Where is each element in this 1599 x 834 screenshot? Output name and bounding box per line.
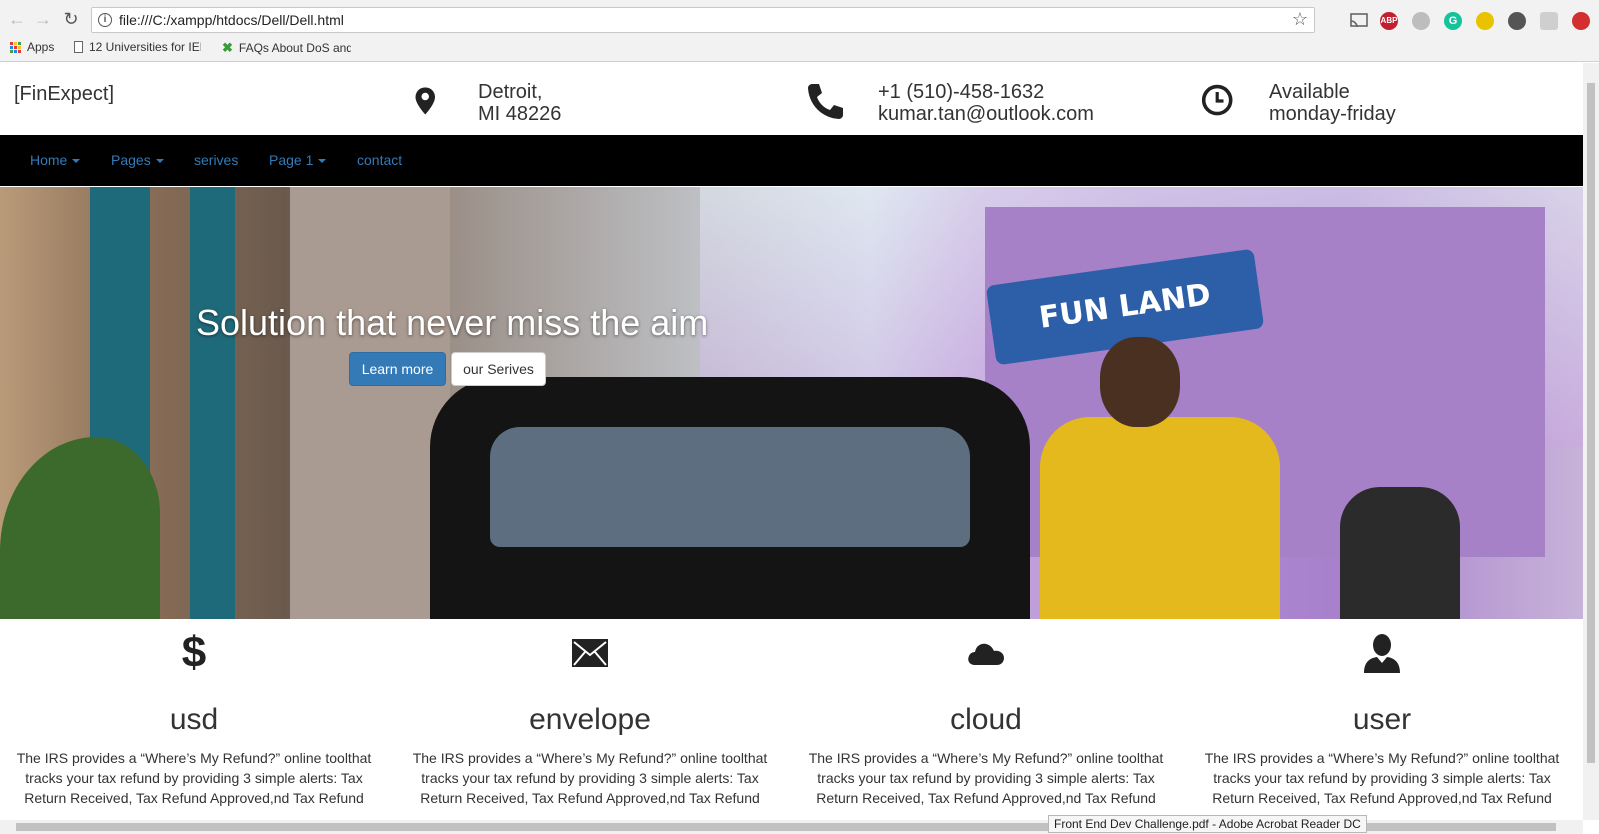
location-block: Detroit, MI 48226 [414,81,561,125]
clock-icon [1201,84,1233,116]
map-marker-icon [415,87,435,115]
scrollbar-thumb[interactable] [1587,83,1595,763]
phone-number[interactable]: +1 (510)-458-1632 [878,81,1094,103]
ext-yellow-icon[interactable] [1476,12,1494,30]
hero-bush [0,437,160,619]
web-page: [FinExpect] Detroit, MI 48226 +1 (510)-4… [0,63,1583,820]
nav-item-label: Pages [111,152,151,168]
cloud-ext-icon[interactable] [1412,12,1430,30]
feature-user: user The IRS provides a “Where’s My Refu… [1188,628,1576,808]
brand-logo[interactable]: [FinExpect] [14,83,114,106]
location-line2: MI 48226 [478,103,562,125]
cloud-icon [792,628,1180,678]
browser-chrome: ← → ↻ i file:///C:/xampp/htdocs/Dell/Del… [0,0,1599,62]
contact-block: +1 (510)-458-1632 kumar.tan@outlook.com [806,81,1094,125]
nav-item-label: Home [30,152,68,168]
feature-text: The IRS provides a “Where’s My Refund?” … [808,750,1164,806]
hero-door [190,187,235,619]
caret-down-icon [155,159,164,164]
caret-down-icon [72,159,81,164]
xbox-icon: ✖ [222,40,233,55]
phone-icon [808,84,843,119]
nav-item-home[interactable]: Home [30,152,81,168]
nav-item-contact[interactable]: contact [357,152,402,168]
bookmark-label: 12 Universities for IEL [89,40,201,54]
hours-text: Available monday-friday [1269,81,1396,125]
address-bar[interactable]: i file:///C:/xampp/htdocs/Dell/Dell.html… [91,7,1315,33]
feature-text: The IRS provides a “Where’s My Refund?” … [1204,750,1560,806]
browser-toolbar: ← → ↻ i file:///C:/xampp/htdocs/Dell/Del… [0,4,1599,36]
envelope-icon [396,628,784,678]
page-icon [74,41,83,53]
info-icon[interactable]: i [98,13,112,27]
hero-person-head [1100,337,1180,427]
back-arrow-icon[interactable]: ← [6,8,28,30]
ext-gray-icon[interactable] [1508,12,1526,30]
grammarly-icon[interactable]: G [1444,12,1462,30]
feature-envelope: envelope The IRS provides a “Where’s My … [396,628,784,808]
bookmark-label: FAQs About DoS and [238,41,351,55]
taskbar-tooltip: Front End Dev Challenge.pdf - Adobe Acro… [1048,815,1367,833]
hero-headline: Solution that never miss the aim [196,302,709,343]
caret-down-icon [318,159,327,164]
adblock-icon[interactable]: ABP [1380,12,1398,30]
hero-person [1040,417,1280,619]
learn-more-button[interactable]: Learn more [349,352,446,386]
hours-line2: monday-friday [1269,103,1396,125]
hero-wall [290,187,450,619]
bookmark-apps[interactable]: Apps [10,40,54,54]
feature-text: The IRS provides a “Where’s My Refund?” … [16,750,372,806]
feature-usd: $ usd The IRS provides a “Where’s My Ref… [0,628,388,808]
bookmark-faqs[interactable]: ✖ FAQs About DoS and [222,40,351,56]
hero-bystander [1340,487,1460,619]
feature-cloud: cloud The IRS provides a “Where’s My Ref… [792,628,1180,808]
ext-light-icon[interactable] [1540,12,1558,30]
feature-title: envelope [529,703,651,736]
nav-item-label: Page 1 [269,152,314,168]
location-line1: Detroit, [478,81,543,103]
cast-icon[interactable] [1349,12,1369,30]
usd-icon: $ [181,628,207,677]
hero-carousel: FUN LAND Solution that never miss the ai… [0,187,1583,619]
feature-text: The IRS provides a “Where’s My Refund?” … [412,750,768,806]
nav-item-label: contact [357,152,403,168]
nav-item-serives[interactable]: serives [194,152,238,168]
main-navbar: Home Pages serives Page 1 contact [0,135,1583,186]
vertical-scrollbar[interactable] [1583,63,1599,820]
ext-red-icon[interactable] [1572,12,1590,30]
our-serives-button[interactable]: our Serives [451,352,546,386]
email-address[interactable]: kumar.tan@outlook.com [878,103,1094,125]
forward-arrow-icon[interactable]: → [32,8,54,30]
contact-text: +1 (510)-458-1632 kumar.tan@outlook.com [878,81,1094,125]
feature-title: user [1352,703,1412,736]
bookmark-star-icon[interactable]: ☆ [1292,9,1308,30]
nav-item-pages[interactable]: Pages [111,152,164,168]
bookmark-universities[interactable]: 12 Universities for IEL [74,40,201,54]
feature-title: usd [169,703,219,736]
hours-line1: Available [1269,81,1350,103]
nav-item-label: serives [194,152,239,168]
location-text: Detroit, MI 48226 [478,81,561,125]
feature-title: cloud [950,703,1022,736]
address-url[interactable]: file:///C:/xampp/htdocs/Dell/Dell.html [119,12,344,28]
reload-icon[interactable]: ↻ [60,8,82,30]
hero-windshield [490,427,970,547]
user-icon [1188,628,1576,678]
bookmark-label: Apps [27,40,55,54]
hours-block: Available monday-friday [1201,81,1396,125]
nav-item-page1[interactable]: Page 1 [269,152,327,168]
bookmarks-bar: Apps 12 Universities for IEL ✖ FAQs Abou… [0,38,1599,60]
apps-grid-icon [10,41,21,53]
